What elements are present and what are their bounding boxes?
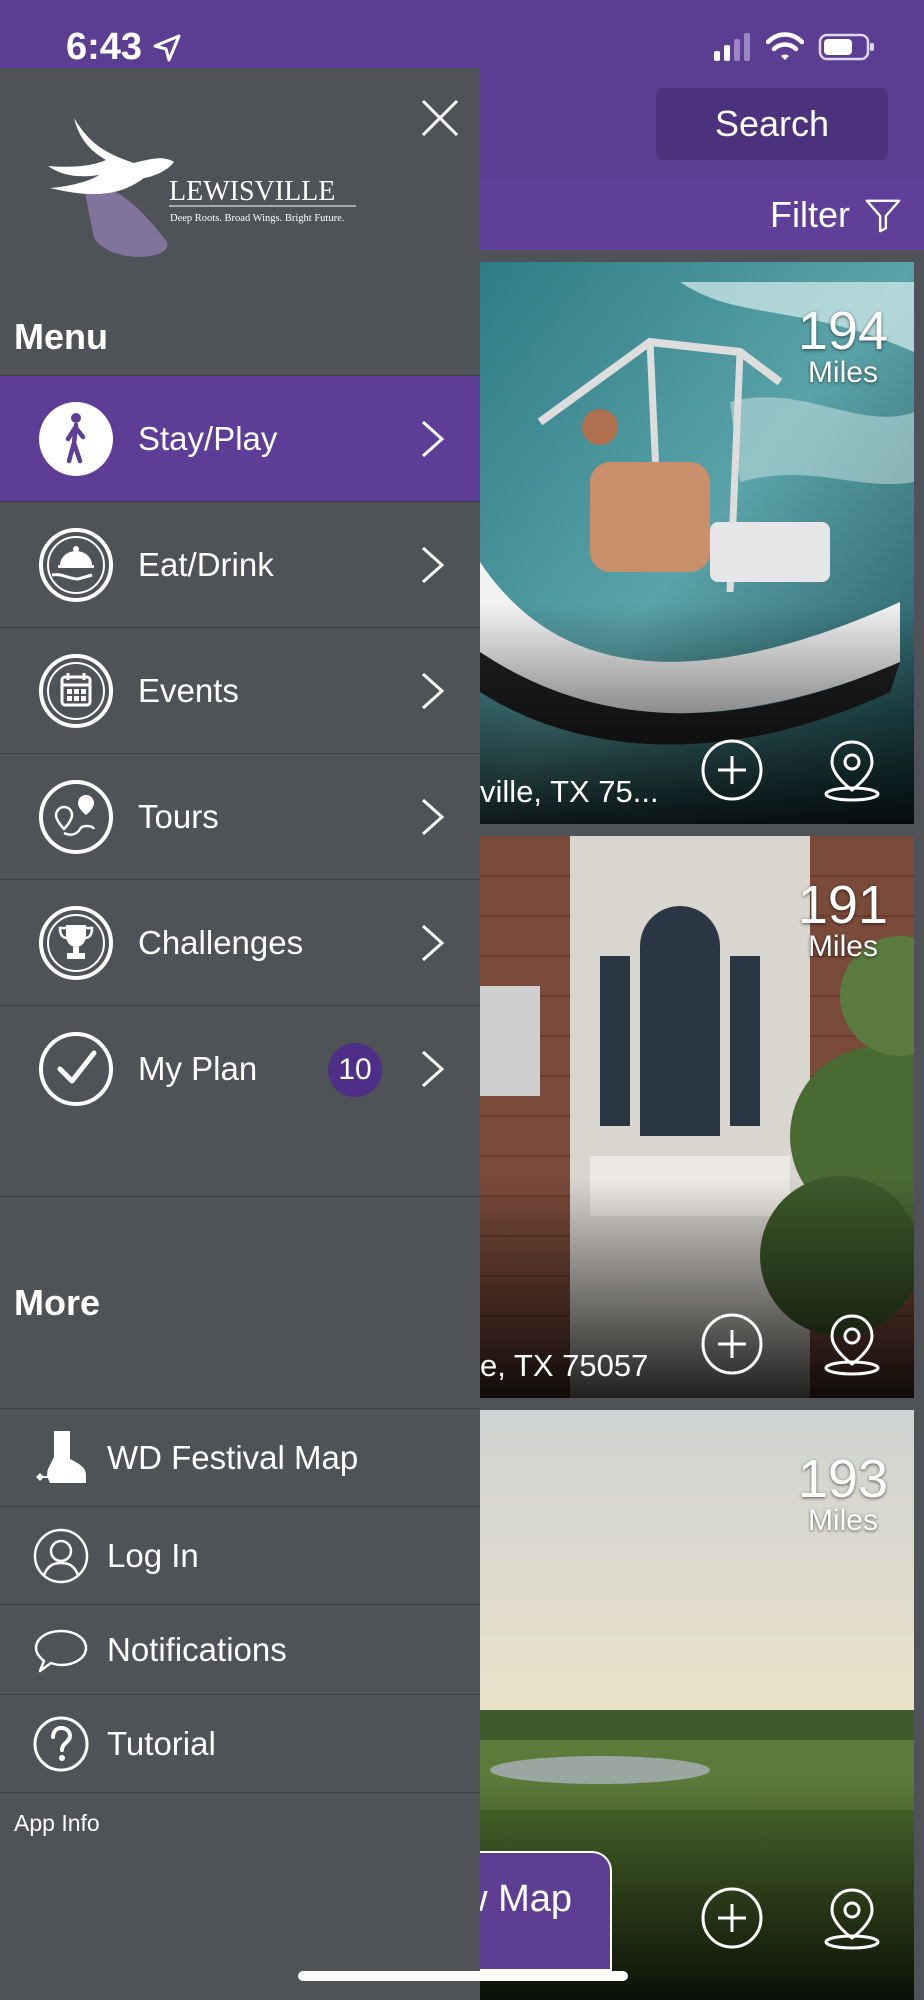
chevron-right-icon xyxy=(421,420,445,458)
speech-bubble-icon xyxy=(34,1629,88,1673)
add-to-plan-icon[interactable] xyxy=(700,738,764,802)
walking-person-icon xyxy=(39,402,113,476)
navigation-drawer: LEWISVILLE Deep Roots. Broad Wings. Brig… xyxy=(0,68,480,2000)
menu-heading: Menu xyxy=(14,316,108,357)
map-pin-icon[interactable] xyxy=(820,738,884,802)
status-time: 6:43 xyxy=(66,26,182,69)
user-icon xyxy=(33,1528,89,1584)
menu-item-events[interactable]: Events xyxy=(0,627,480,753)
more-item-log-in[interactable]: Log In xyxy=(0,1506,480,1604)
map-pin-icon[interactable] xyxy=(820,1886,884,1950)
close-icon[interactable] xyxy=(420,98,460,138)
search-button[interactable]: Search xyxy=(656,88,888,160)
cowboy-boot-icon xyxy=(36,1431,86,1483)
listing-address: e, TX 75057 xyxy=(480,1348,649,1383)
distance-unit: Miles xyxy=(807,1504,878,1537)
route-icon xyxy=(39,780,113,854)
chevron-right-icon xyxy=(421,546,445,584)
menu-item-label: My Plan xyxy=(138,1049,258,1087)
more-item-label: Log In xyxy=(107,1536,199,1574)
filter-button[interactable]: Filter xyxy=(770,190,902,240)
app-info-link[interactable]: App Info xyxy=(14,1810,100,1837)
distance-value: 194 xyxy=(797,301,888,361)
filter-label: Filter xyxy=(770,194,850,235)
distance-badge: 193 Miles xyxy=(798,1452,888,1536)
distance-value: 191 xyxy=(797,875,888,935)
more-heading: More xyxy=(14,1282,101,1323)
divider xyxy=(0,1792,480,1793)
clock: 6:43 xyxy=(66,26,143,68)
calendar-icon xyxy=(39,654,113,728)
menu-item-label: Events xyxy=(138,671,239,709)
distance-badge: 194 Miles xyxy=(798,304,888,388)
menu-item-label: Eat/Drink xyxy=(138,545,274,583)
listing-card[interactable]: 191 Miles e, TX 75057 xyxy=(480,836,914,1398)
battery-icon xyxy=(818,33,874,61)
menu-item-my-plan[interactable]: My Plan 10 xyxy=(0,1005,480,1131)
status-icons xyxy=(712,32,876,62)
distance-unit: Miles xyxy=(807,930,878,963)
checkmark-icon xyxy=(39,1032,113,1106)
signal-icon xyxy=(714,33,750,61)
divider xyxy=(0,1196,480,1197)
more-list: WD Festival Map Log In Notifications Tut… xyxy=(0,1408,480,1792)
more-item-notifications[interactable]: Notifications xyxy=(0,1604,480,1694)
more-item-tutorial[interactable]: Tutorial xyxy=(0,1694,480,1792)
more-item-label: Tutorial xyxy=(107,1724,216,1762)
chevron-right-icon xyxy=(421,924,445,962)
chevron-right-icon xyxy=(421,672,445,710)
serving-dish-icon xyxy=(39,528,113,602)
location-arrow-icon xyxy=(153,34,181,61)
logo-wordmark: LEWISVILLE xyxy=(169,176,335,207)
menu-item-eat-drink[interactable]: Eat/Drink xyxy=(0,501,480,627)
chevron-right-icon xyxy=(421,798,445,836)
chevron-right-icon xyxy=(421,1050,445,1088)
wifi-icon xyxy=(766,32,804,60)
more-item-wd-festival-map[interactable]: WD Festival Map xyxy=(0,1408,480,1506)
map-pin-icon[interactable] xyxy=(820,1312,884,1376)
filter-icon xyxy=(865,199,901,233)
question-icon xyxy=(33,1716,89,1772)
menu-item-label: Tours xyxy=(138,797,219,835)
home-indicator[interactable] xyxy=(298,1971,628,1981)
plan-count-badge: 10 xyxy=(328,1043,382,1097)
lewisville-logo: LEWISVILLE Deep Roots. Broad Wings. Brig… xyxy=(48,118,356,257)
menu-item-stay-play[interactable]: Stay/Play xyxy=(0,375,480,501)
menu-item-label: Challenges xyxy=(138,923,304,961)
listing-address: ville, TX 75... xyxy=(480,774,659,809)
distance-value: 193 xyxy=(797,1449,888,1509)
menu-list: Stay/Play Eat/Drink Events Tours Challen… xyxy=(0,375,480,1131)
distance-unit: Miles xyxy=(807,356,878,389)
listing-card[interactable]: 194 Miles ville, TX 75... xyxy=(480,262,914,824)
trophy-icon xyxy=(39,906,113,980)
add-to-plan-icon[interactable] xyxy=(700,1886,764,1950)
add-to-plan-icon[interactable] xyxy=(700,1312,764,1376)
more-item-label: Notifications xyxy=(107,1630,287,1668)
logo-tagline: Deep Roots. Broad Wings. Bright Future. xyxy=(170,213,344,224)
menu-item-challenges[interactable]: Challenges xyxy=(0,879,480,1005)
more-item-label: WD Festival Map xyxy=(107,1438,359,1476)
menu-item-label: Stay/Play xyxy=(138,419,278,457)
menu-item-tours[interactable]: Tours xyxy=(0,753,480,879)
screen: Search Filter 194 Miles ville, TX 75... … xyxy=(0,0,924,2000)
distance-badge: 191 Miles xyxy=(798,878,888,962)
